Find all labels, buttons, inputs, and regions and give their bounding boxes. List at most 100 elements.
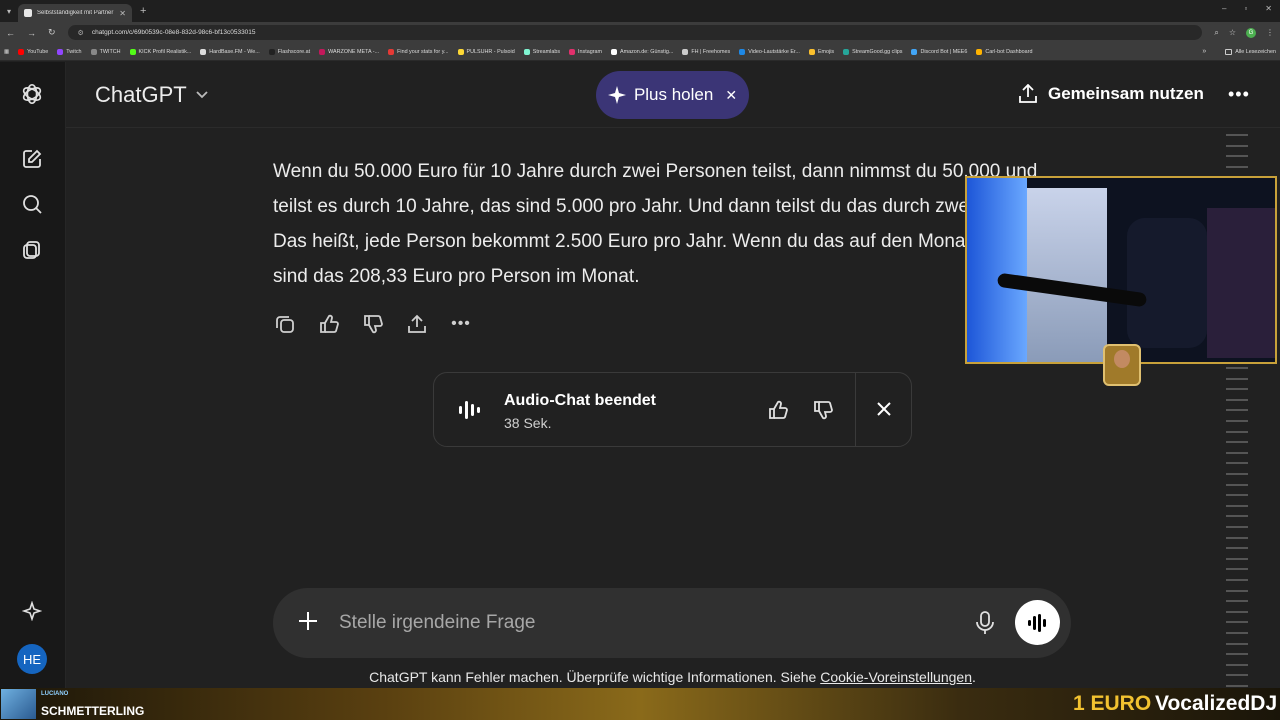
scroll-marker[interactable] xyxy=(1226,589,1248,592)
scroll-marker[interactable] xyxy=(1226,430,1248,433)
forward-icon[interactable]: → xyxy=(27,28,36,38)
minimize-icon[interactable]: – xyxy=(1222,4,1226,13)
new-chat-icon[interactable] xyxy=(20,147,44,171)
scroll-marker[interactable] xyxy=(1226,515,1248,518)
bookmark-item[interactable]: Find your stats for y... xyxy=(388,48,449,55)
scroll-marker[interactable] xyxy=(1226,134,1248,136)
bookmark-favicon-icon xyxy=(843,48,850,55)
window-close-icon[interactable]: ✕ xyxy=(1265,4,1272,13)
tab-close-icon[interactable]: ✕ xyxy=(119,9,126,18)
audio-chat-card: Audio-Chat beendet 38 Sek. xyxy=(433,372,912,447)
all-bookmarks-folder[interactable]: Alle Lesezeichen xyxy=(1225,48,1276,55)
bookmark-item[interactable]: PULSUHR - Pulsoid xyxy=(457,48,515,55)
scroll-marker[interactable] xyxy=(1226,398,1248,401)
cookie-settings-link[interactable]: Cookie-Voreinstellungen xyxy=(820,669,972,685)
scroll-marker[interactable] xyxy=(1226,642,1248,645)
bookmark-item[interactable]: Flashscore.at xyxy=(268,48,310,55)
bookmark-label: Carl-bot Dashboard xyxy=(985,48,1033,55)
scroll-marker[interactable] xyxy=(1226,451,1248,454)
scroll-marker[interactable] xyxy=(1226,653,1248,656)
thumbs-up-icon[interactable] xyxy=(317,312,341,336)
zoom-icon[interactable]: ⌕ xyxy=(1214,28,1218,38)
copy-icon[interactable] xyxy=(273,312,297,336)
bookmark-item[interactable]: Instagram xyxy=(569,48,602,55)
scroll-marker[interactable] xyxy=(1226,367,1248,370)
scroll-marker[interactable] xyxy=(1226,631,1248,634)
bookmark-item[interactable]: Amazon.de: Günstig... xyxy=(610,48,673,55)
url-field[interactable]: ⚙ chatgpt.com/c/69b0539c-08e8-832d-98c6-… xyxy=(67,25,1203,40)
scroll-marker[interactable] xyxy=(1226,165,1248,168)
browser-menu-icon[interactable]: ⋮ xyxy=(1266,28,1274,37)
bookmark-item[interactable]: Carl-bot Dashboard xyxy=(976,48,1033,55)
scroll-marker[interactable] xyxy=(1226,621,1248,624)
scroll-marker[interactable] xyxy=(1226,494,1248,497)
plus-icon[interactable] xyxy=(297,610,319,632)
bookmark-item[interactable]: Emojis xyxy=(808,48,834,55)
scroll-marker[interactable] xyxy=(1226,663,1248,666)
scroll-marker[interactable] xyxy=(1226,684,1248,687)
reload-icon[interactable]: ↻ xyxy=(48,27,56,38)
bookmark-item[interactable]: Streamlabs xyxy=(523,48,560,55)
upgrade-plus-button[interactable]: Plus holen ✕ xyxy=(596,71,749,119)
scroll-marker[interactable] xyxy=(1226,441,1248,444)
bookmark-item[interactable]: KICK Profil Realistik... xyxy=(129,48,191,55)
scroll-marker[interactable] xyxy=(1226,600,1248,603)
prompt-input[interactable]: Stelle irgendeine Frage xyxy=(339,612,535,634)
thumbs-down-icon[interactable] xyxy=(361,312,385,336)
bookmark-item[interactable]: FH | Freehomes xyxy=(682,48,730,55)
close-icon[interactable]: ✕ xyxy=(725,87,737,104)
bookmark-item[interactable]: StreamGood.gg clips xyxy=(843,48,902,55)
bookmark-item[interactable]: WARZONE META -... xyxy=(319,48,379,55)
scroll-marker[interactable] xyxy=(1226,409,1248,412)
library-icon[interactable] xyxy=(20,238,44,262)
scroll-marker[interactable] xyxy=(1226,155,1248,158)
bookmark-item[interactable]: Discord Bot | MEE6 xyxy=(911,48,967,55)
bookmark-item[interactable]: TWITCH xyxy=(90,48,121,55)
bookmark-label: PULSUHR - Pulsoid xyxy=(466,48,515,55)
more-actions-icon[interactable]: ••• xyxy=(449,312,473,336)
maximize-icon[interactable]: ▫ xyxy=(1244,4,1247,13)
more-options-icon[interactable]: ••• xyxy=(1228,84,1250,105)
bookmarks-overflow-icon[interactable]: » xyxy=(1202,48,1206,55)
new-tab-button[interactable]: + xyxy=(140,5,146,17)
tab-search-icon[interactable]: ▾ xyxy=(0,0,18,22)
share-button[interactable]: Gemeinsam nutzen xyxy=(1018,84,1204,104)
bookmark-item[interactable]: Video-Lautstärke Er... xyxy=(739,48,800,55)
thumbs-down-icon[interactable] xyxy=(812,399,834,421)
scroll-marker[interactable] xyxy=(1226,483,1248,486)
scroll-marker[interactable] xyxy=(1226,377,1248,380)
site-info-icon[interactable]: ⚙ xyxy=(78,29,84,37)
sparkle-icon[interactable] xyxy=(20,599,44,623)
apps-grid-icon[interactable]: ▦ xyxy=(4,49,9,55)
bookmark-favicon-icon xyxy=(911,48,918,55)
scroll-marker[interactable] xyxy=(1226,525,1248,528)
browser-tab[interactable]: Selbstständigkeit mit Partner ✕ xyxy=(18,4,132,22)
scroll-marker[interactable] xyxy=(1226,473,1248,475)
scroll-marker[interactable] xyxy=(1226,610,1248,613)
bookmark-star-icon[interactable]: ☆ xyxy=(1229,28,1236,37)
scroll-marker[interactable] xyxy=(1226,536,1248,539)
close-icon[interactable] xyxy=(874,399,894,419)
back-icon[interactable]: ← xyxy=(6,28,15,38)
share-icon[interactable] xyxy=(405,312,429,336)
model-selector[interactable]: ChatGPT xyxy=(95,82,209,108)
microphone-icon[interactable] xyxy=(973,610,997,636)
openai-logo-icon[interactable] xyxy=(20,82,44,106)
scroll-marker[interactable] xyxy=(1226,462,1248,465)
voice-mode-button[interactable] xyxy=(1015,600,1060,645)
scroll-marker[interactable] xyxy=(1226,504,1248,507)
browser-address-bar: ← → ↻ ⚙ chatgpt.com/c/69b0539c-08e8-832d… xyxy=(0,22,1280,43)
scroll-marker[interactable] xyxy=(1226,547,1248,550)
scroll-marker[interactable] xyxy=(1226,144,1248,147)
scroll-marker[interactable] xyxy=(1226,420,1248,423)
bookmark-item[interactable]: HardBase.FM - We... xyxy=(200,48,260,55)
scroll-marker[interactable] xyxy=(1226,388,1248,391)
thumbs-up-icon[interactable] xyxy=(767,399,789,421)
bookmark-item[interactable]: Twitch xyxy=(57,48,82,55)
scroll-marker[interactable] xyxy=(1226,568,1248,571)
scroll-marker[interactable] xyxy=(1226,578,1248,581)
profile-avatar[interactable]: G xyxy=(1246,27,1256,38)
search-icon[interactable] xyxy=(20,192,44,216)
bookmark-item[interactable]: YouTube xyxy=(18,48,48,55)
scroll-marker[interactable] xyxy=(1226,557,1248,560)
